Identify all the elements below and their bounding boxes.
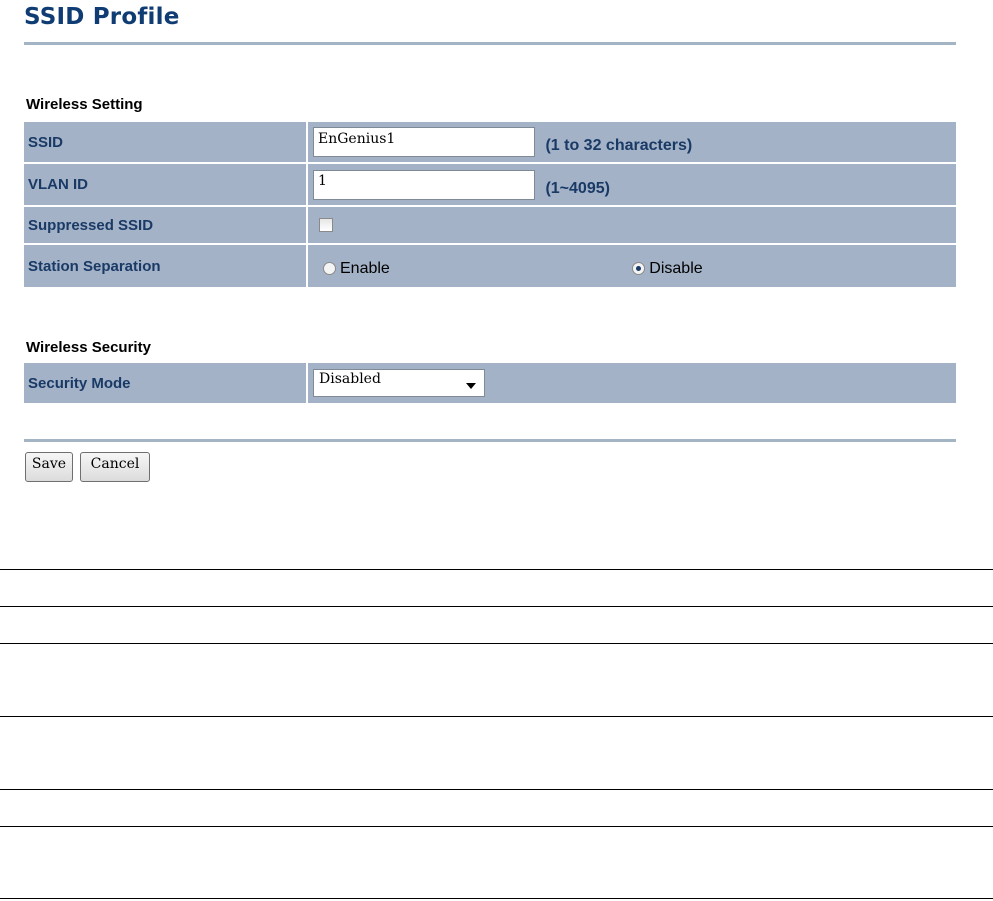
security-mode-select[interactable]: Disabled [313,369,485,397]
document-table [0,569,993,899]
table-row [0,789,993,827]
vlan-id-input[interactable] [313,169,535,200]
save-button[interactable]: Save [25,452,73,482]
security-mode-label: Security Mode [24,363,308,403]
cancel-button[interactable]: Cancel [80,452,150,482]
suppressed-ssid-label: Suppressed SSID [24,207,308,243]
security-mode-row: Security Mode Disabled [24,363,956,403]
wireless-security-table: Security Mode Disabled [24,361,956,405]
suppressed-ssid-checkbox[interactable] [319,217,333,232]
enable-radio[interactable] [323,262,336,276]
vlan-id-row: VLAN ID (1~4095) [24,164,956,205]
station-separation-value-cell: Enable Disable [308,245,956,287]
table-row [0,606,993,644]
station-separation-row: Station Separation Enable Disable [24,245,956,287]
disable-label: Disable [649,259,703,277]
vlan-id-hint: (1~4095) [545,179,610,197]
ssid-label: SSID [24,122,308,162]
ssid-input[interactable] [313,127,535,157]
table-row [0,716,993,790]
title-divider [24,42,956,45]
page-title: SSID Profile [24,4,180,30]
vlan-id-value-cell: (1~4095) [308,164,956,205]
ssid-row: SSID (1 to 32 characters) [24,122,956,162]
ssid-value-cell: (1 to 32 characters) [308,122,956,162]
chevron-down-icon [466,383,476,389]
suppressed-ssid-row: Suppressed SSID [24,207,956,243]
vlan-id-label: VLAN ID [24,164,308,205]
table-row [0,569,993,607]
enable-label: Enable [340,259,390,277]
station-separation-enable-option[interactable]: Enable [323,260,390,278]
table-row [0,826,993,899]
suppressed-ssid-value-cell [308,207,956,243]
wireless-security-heading: Wireless Security [26,339,151,356]
disable-radio[interactable] [632,262,646,276]
security-mode-selected-value: Disabled [319,371,381,387]
station-separation-disable-option[interactable]: Disable [632,259,703,278]
wireless-setting-heading: Wireless Setting [26,96,143,113]
table-row [0,643,993,717]
security-mode-value-cell: Disabled [308,363,956,403]
ssid-hint: (1 to 32 characters) [545,137,693,155]
form-footer-divider [24,439,956,442]
wireless-setting-table: SSID (1 to 32 characters) VLAN ID (1~409… [24,120,956,289]
station-separation-label: Station Separation [24,245,308,287]
